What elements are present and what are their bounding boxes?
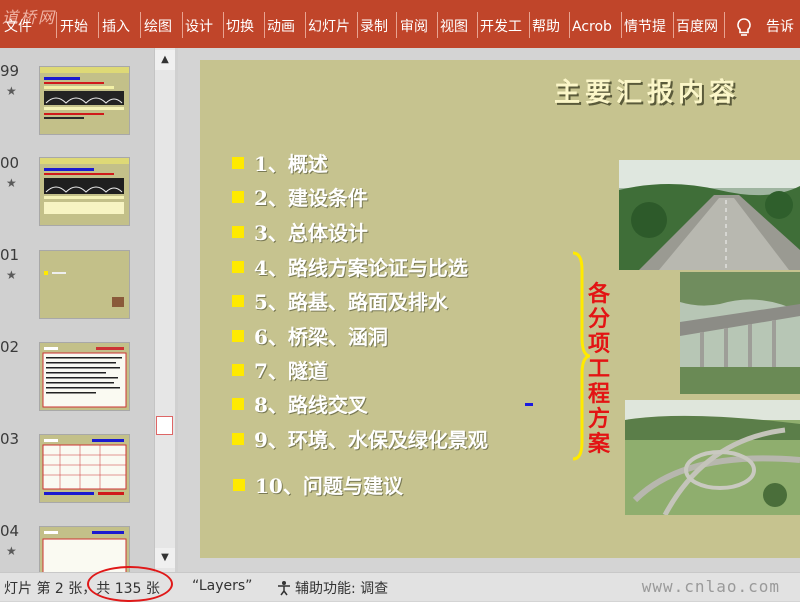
agenda-item: 4、路线方案论证与比选	[232, 252, 468, 281]
scroll-down-icon[interactable]: ▼	[155, 548, 175, 568]
tab-insert[interactable]: 插入	[102, 0, 138, 48]
square-bullet-icon	[232, 261, 244, 273]
square-bullet-icon	[232, 364, 244, 376]
animation-star-icon: ★	[6, 84, 17, 98]
interchange-photo	[625, 400, 800, 515]
thumbnail-number: 03	[0, 430, 20, 448]
lightbulb-icon[interactable]	[733, 16, 755, 38]
square-bullet-icon	[232, 330, 244, 342]
tab-view[interactable]: 视图	[440, 0, 474, 48]
site-watermark: www.cnlao.com	[641, 577, 780, 596]
tab-home[interactable]: 开始	[60, 0, 96, 48]
theme-name-status: “Layers”	[192, 578, 253, 594]
square-bullet-icon	[232, 191, 244, 203]
slide-thumbnail[interactable]	[39, 66, 130, 135]
agenda-item: 6、桥梁、涵洞	[232, 321, 388, 350]
slide-title: 主要汇报内容	[554, 78, 741, 108]
bridge-photo	[680, 272, 800, 394]
slide-thumbnail-pane: 99 ★ 00 ★ 01 ★ 02 03 04 ★	[0, 48, 178, 574]
tab-storyboard[interactable]: 情节提	[624, 0, 670, 48]
animation-star-icon: ★	[6, 544, 17, 558]
square-bullet-icon	[232, 226, 244, 238]
ribbon-tab-bar: 道桥网 文件 开始 插入 绘图 设计 切换 动画 幻灯片 录制 审阅 视图 开发…	[0, 0, 800, 48]
tab-animations[interactable]: 动画	[267, 0, 303, 48]
tab-record[interactable]: 录制	[360, 0, 394, 48]
agenda-item: 1、概述	[232, 148, 328, 177]
highway-photo-1	[619, 160, 800, 270]
animation-star-icon: ★	[6, 176, 17, 190]
accessibility-status[interactable]: 辅助功能: 调查	[276, 578, 388, 598]
agenda-item: 9、环境、水保及绿化景观	[232, 424, 488, 453]
tab-help[interactable]: 帮助	[532, 0, 566, 48]
square-bullet-icon	[232, 157, 244, 169]
tab-acrobat[interactable]: Acrob	[572, 0, 618, 48]
tab-developer[interactable]: 开发工	[480, 0, 526, 48]
tab-design[interactable]: 设计	[185, 0, 221, 48]
agenda-item: 3、总体设计	[232, 217, 368, 246]
agenda-item: 7、隧道	[232, 355, 328, 384]
agenda-item: 10、问题与建议	[233, 470, 403, 499]
thumbnail-number: 99	[0, 62, 20, 80]
tab-transitions[interactable]: 切换	[226, 0, 262, 48]
slide-thumbnail[interactable]	[39, 250, 130, 319]
brace-label-vertical: 各分项工程方案	[587, 282, 610, 457]
agenda-item: 5、路基、路面及排水	[232, 286, 448, 315]
accessibility-icon	[278, 581, 290, 596]
tab-baidu-netdisk[interactable]: 百度网	[676, 0, 722, 48]
tab-review[interactable]: 审阅	[400, 0, 434, 48]
square-bullet-icon	[232, 398, 244, 410]
thumbnail-number: 00	[0, 154, 20, 172]
scroll-up-icon[interactable]: ▲	[155, 50, 175, 70]
square-bullet-icon	[232, 295, 244, 307]
thumbnail-number: 01	[0, 246, 20, 264]
text-cursor-mark	[525, 403, 533, 406]
tab-file[interactable]: 文件	[4, 0, 42, 48]
slide-canvas[interactable]: 主要汇报内容 1、概述 2、建设条件 3、总体设计 4、路线方案论证与比选 5、…	[200, 60, 800, 558]
agenda-item: 8、路线交叉	[232, 389, 368, 418]
thumbnail-scrollbar[interactable]: ▲ ▼	[154, 48, 175, 572]
tell-me-search[interactable]: 告诉	[766, 0, 800, 48]
thumbnail-number: 02	[0, 338, 20, 356]
tab-draw[interactable]: 绘图	[144, 0, 180, 48]
highlight-annotation-oval	[87, 566, 173, 602]
slide-thumbnail[interactable]	[39, 342, 130, 411]
tab-slideshow[interactable]: 幻灯片	[308, 0, 356, 48]
square-bullet-icon	[232, 433, 244, 445]
scroll-position-marker[interactable]	[156, 416, 173, 435]
thumbnail-number: 04	[0, 522, 20, 540]
slide-thumbnail[interactable]	[39, 157, 130, 226]
slide-thumbnail[interactable]	[39, 434, 130, 503]
animation-star-icon: ★	[6, 268, 17, 282]
agenda-item: 2、建设条件	[232, 182, 368, 211]
square-bullet-icon	[233, 479, 245, 491]
